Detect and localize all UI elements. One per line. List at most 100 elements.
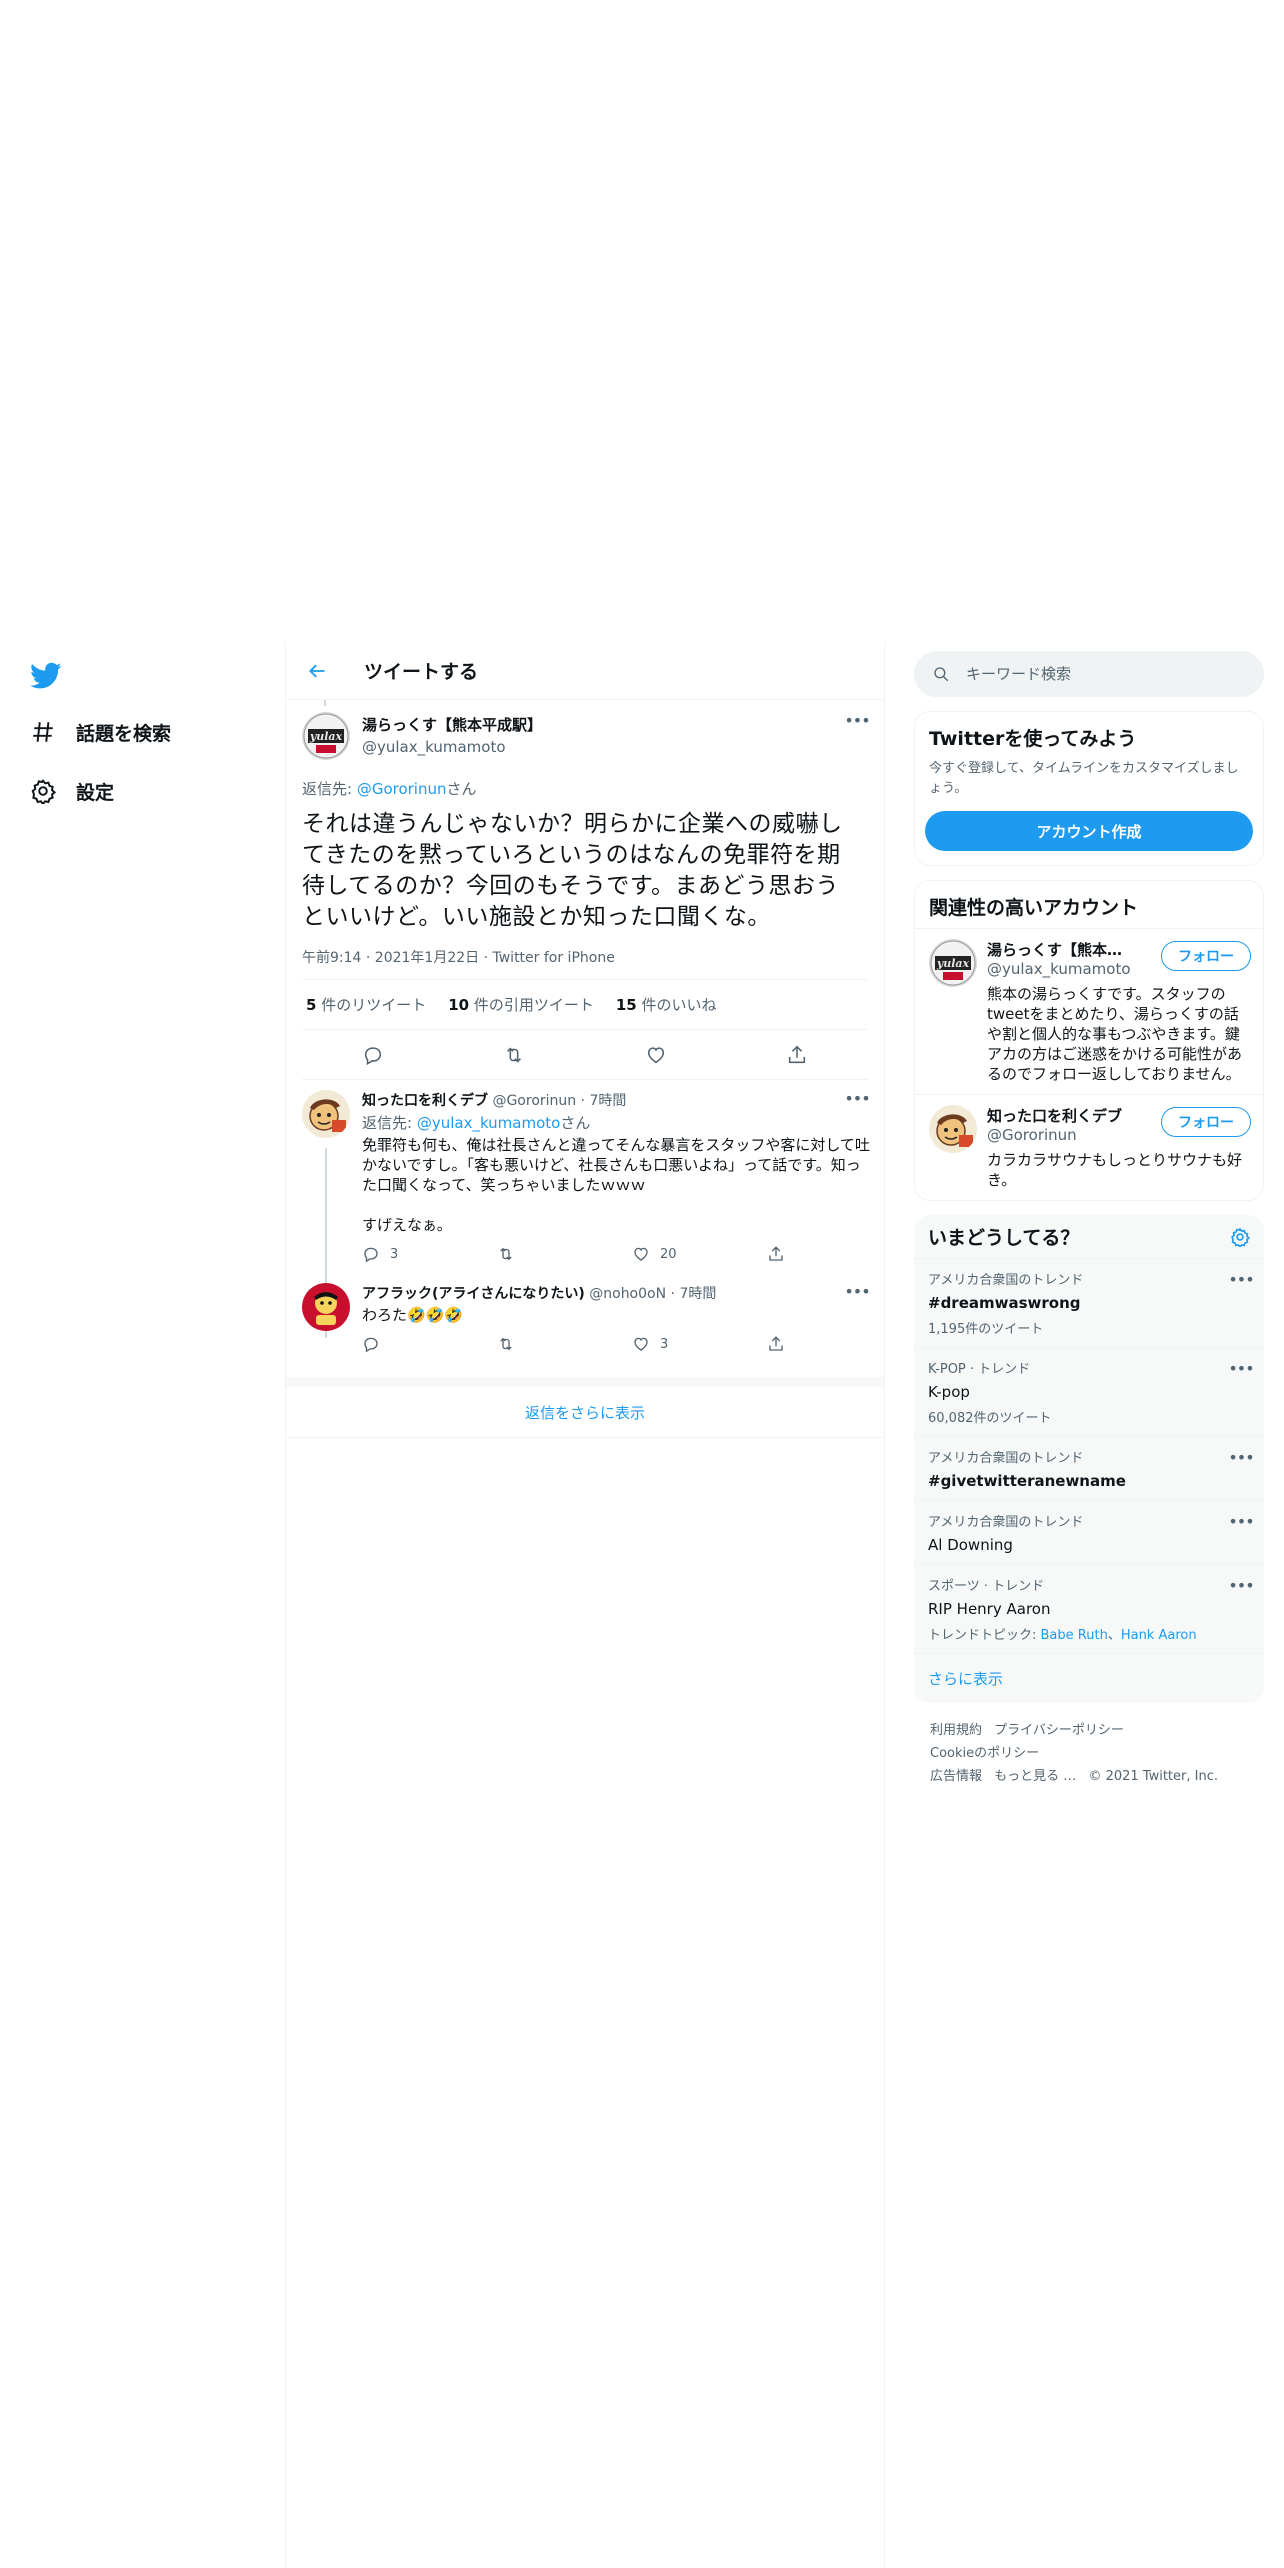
trend-name: #givetwitteranewname xyxy=(928,1472,1126,1490)
gear-icon xyxy=(30,778,56,804)
trend-item[interactable]: アメリカ合衆国のトレンド #dreamwaswrong 1,195件のツイート … xyxy=(914,1258,1264,1347)
nav-explore[interactable]: 話題を検索 xyxy=(30,712,171,752)
focused-tweet: yulax 湯らっくす【熊本平成駅】 @yulax_kumamoto ••• 返… xyxy=(286,700,884,1080)
follow-button[interactable]: フォロー xyxy=(1161,941,1251,971)
trend-topic-link[interactable]: Babe Ruth xyxy=(1041,1628,1108,1643)
trends-header: いまどうしてる？ xyxy=(914,1215,1264,1258)
quotes-stat[interactable]: 10 件の引用ツイート xyxy=(448,994,594,1015)
share-icon xyxy=(769,1246,783,1261)
reply-button[interactable]: 3 xyxy=(362,1245,497,1263)
footer-link-privacy[interactable]: プライバシーポリシー xyxy=(994,1723,1124,1738)
reply-to-handle-link[interactable]: @Gororinun xyxy=(357,780,447,798)
avatar[interactable]: yulax xyxy=(302,712,350,760)
page-title: ツイートする xyxy=(364,661,479,683)
quotes-count: 10 xyxy=(448,996,470,1014)
trend-topic-link[interactable]: Hank Aaron xyxy=(1121,1628,1197,1643)
reply-tweet[interactable]: 知った口を利くデブ @Gororinun · 7時間 返信先: @yulax_k… xyxy=(286,1080,884,1338)
like-heart-icon[interactable] xyxy=(645,1044,667,1066)
more-options-icon[interactable]: ••• xyxy=(1228,1514,1254,1530)
more-options-icon[interactable]: ••• xyxy=(1228,1361,1254,1377)
more-options-icon[interactable]: ••• xyxy=(1228,1450,1254,1466)
follow-button[interactable]: フォロー xyxy=(1161,1107,1251,1137)
nav-explore-label: 話題を検索 xyxy=(76,722,172,745)
avatar[interactable] xyxy=(929,1105,977,1153)
twitter-logo-icon[interactable] xyxy=(30,662,62,690)
tweet-timestamp[interactable]: 午前9:14 · 2021年1月22日 · Twitter for iPhone xyxy=(302,947,868,980)
more-options-icon[interactable]: ••• xyxy=(844,1284,870,1300)
likes-label: 件のいいね xyxy=(636,996,717,1014)
retweet-icon[interactable] xyxy=(503,1044,525,1066)
retweets-label: 件のリツイート xyxy=(316,996,427,1014)
like-button[interactable]: 3 xyxy=(632,1335,767,1353)
avatar[interactable] xyxy=(302,1283,350,1331)
main-column: ツイートする yulax 湯らっくす【熊本平成駅】 @yulax_kumamot… xyxy=(285,642,885,2568)
trend-item[interactable]: K-POP · トレンド K-pop 60,082件のツイート ••• xyxy=(914,1347,1264,1436)
trends-settings-gear-icon[interactable] xyxy=(1230,1227,1250,1247)
more-options-icon[interactable]: ••• xyxy=(844,713,870,729)
retweet-button[interactable] xyxy=(497,1245,632,1263)
trend-topic-separator: 、 xyxy=(1107,1628,1121,1643)
footer-link-cookies[interactable]: Cookieのポリシー xyxy=(930,1746,1039,1761)
trend-item[interactable]: アメリカ合衆国のトレンド Al Downing ••• xyxy=(914,1500,1264,1564)
account-name[interactable]: 湯らっくす【熊本平成駅】 xyxy=(987,939,1137,960)
like-heart-icon xyxy=(634,1337,648,1351)
show-more-replies-link[interactable]: 返信をさらに表示 xyxy=(286,1377,884,1438)
tweet-text: それは違うんじゃないか？明らかに企業への威嚇してきたのを黙っていろというのはなん… xyxy=(302,811,843,930)
reply-button[interactable] xyxy=(362,1335,497,1353)
search-icon xyxy=(934,667,949,682)
search-bar[interactable] xyxy=(914,651,1264,697)
trend-category: アメリカ合衆国のトレンド xyxy=(928,1273,1084,1288)
reply-time[interactable]: 7時間 xyxy=(679,1286,716,1302)
reply-author-name[interactable]: アフラック(アライさんになりたい) xyxy=(362,1286,585,1302)
related-account[interactable]: 知った口を利くデブ @Gororinun カラカラサウナもしっとりサウナも好き。… xyxy=(915,1094,1263,1200)
quotes-label: 件の引用ツイート xyxy=(469,996,594,1014)
share-icon[interactable] xyxy=(786,1044,808,1066)
related-account[interactable]: yulax 湯らっくす【熊本平成駅】 @yulax_kumamoto 熊本の湯ら… xyxy=(915,928,1263,1094)
retweet-button[interactable] xyxy=(497,1335,632,1353)
share-button[interactable] xyxy=(767,1245,902,1263)
like-button[interactable]: 20 xyxy=(632,1245,767,1263)
svg-text:yulax: yulax xyxy=(309,730,343,743)
footer-link-ads[interactable]: 広告情報 xyxy=(930,1769,982,1784)
reply-author-handle[interactable]: @Gororinun xyxy=(492,1093,576,1109)
more-options-icon[interactable]: ••• xyxy=(844,1091,870,1107)
author-name[interactable]: 湯らっくす【熊本平成駅】 xyxy=(362,714,542,735)
likes-stat[interactable]: 15 件のいいね xyxy=(616,994,717,1015)
author-handle[interactable]: @yulax_kumamoto xyxy=(362,738,542,756)
avatar[interactable]: yulax xyxy=(929,939,977,987)
reply-to-handle-link[interactable]: @yulax_kumamoto xyxy=(417,1114,561,1132)
reply-icon[interactable] xyxy=(362,1044,384,1066)
reply-author-name[interactable]: 知った口を利くデブ xyxy=(362,1093,488,1109)
column-header: ツイートする xyxy=(286,642,884,700)
reply-text: 免罪符も何も、俺は社長さんと違ってそんな暴言をスタッフや客に対して吐かないですし… xyxy=(362,1136,870,1234)
signup-panel: Twitterを使ってみよう 今すぐ登録して、タイムラインをカスタマイズしましょ… xyxy=(914,711,1264,866)
share-button[interactable] xyxy=(767,1335,902,1353)
avatar[interactable] xyxy=(302,1090,350,1138)
footer-link-terms[interactable]: 利用規約 xyxy=(930,1723,982,1738)
tweet-author: yulax 湯らっくす【熊本平成駅】 @yulax_kumamoto xyxy=(302,712,868,760)
signup-title: Twitterを使ってみよう xyxy=(929,728,1137,750)
account-name[interactable]: 知った口を利くデブ xyxy=(987,1105,1137,1126)
related-accounts-panel: 関連性の高いアカウント yulax 湯らっくす【熊本平成駅】 @yulax_ku… xyxy=(914,880,1264,1201)
footer-link-more[interactable]: もっと見る … xyxy=(994,1769,1076,1784)
nav-settings[interactable]: 設定 xyxy=(30,771,114,811)
trend-category: スポーツ · トレンド xyxy=(928,1579,1045,1594)
create-account-button[interactable]: アカウント作成 xyxy=(925,811,1253,851)
tweet-actions xyxy=(302,1030,868,1080)
trends-show-more-link[interactable]: さらに表示 xyxy=(914,1653,1264,1703)
retweets-stat[interactable]: 5 件のリツイート xyxy=(306,994,426,1015)
reply-to-suffix: さん xyxy=(560,1114,591,1132)
reply-text: わろた🤣🤣🤣 xyxy=(362,1306,464,1324)
reply-author-handle[interactable]: @noho0oN xyxy=(589,1286,666,1302)
more-options-icon[interactable]: ••• xyxy=(1228,1272,1254,1288)
more-options-icon[interactable]: ••• xyxy=(1228,1578,1254,1594)
sidebar-right: Twitterを使ってみよう 今すぐ登録して、タイムラインをカスタマイズしましょ… xyxy=(914,642,1264,1804)
back-arrow-icon[interactable] xyxy=(304,658,330,684)
footer-copyright: © 2021 Twitter, Inc. xyxy=(1088,1769,1218,1784)
svg-text:yulax: yulax xyxy=(936,957,970,970)
search-input[interactable] xyxy=(966,665,1216,683)
trend-item[interactable]: アメリカ合衆国のトレンド #givetwitteranewname ••• xyxy=(914,1436,1264,1500)
reply-time[interactable]: 7時間 xyxy=(590,1093,627,1109)
reply-tweet[interactable]: アフラック(アライさんになりたい) @noho0oN · 7時間 わろた🤣🤣🤣 … xyxy=(286,1273,884,1363)
trend-item[interactable]: スポーツ · トレンド RIP Henry Aaron トレンドトピック: Ba… xyxy=(914,1564,1264,1653)
